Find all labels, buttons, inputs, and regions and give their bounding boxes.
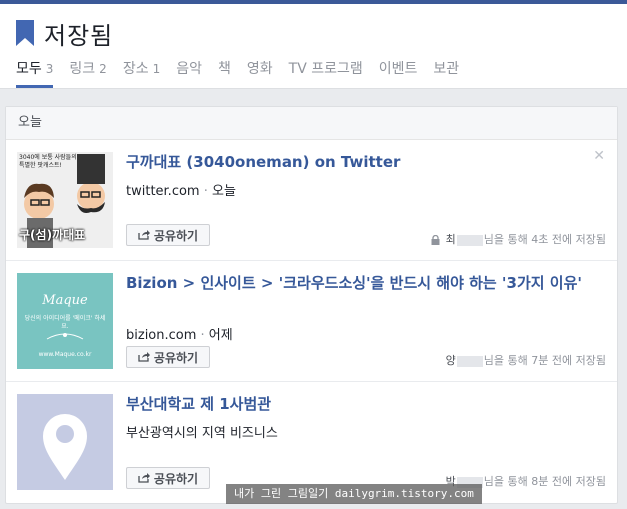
place-pin-icon	[43, 414, 87, 480]
category-tabs: 모두 3 링크 2 장소 1 음악 책 영화 TV 프로그램 이벤트 보관	[16, 58, 475, 88]
tab-label: 모두	[16, 61, 42, 77]
item-category: 부산광역시의 지역 비즈니스	[126, 426, 278, 441]
saved-list-card: 오늘 3040에 보통 사람들의 특별한 팟캐스트! 구(섬)까대표 구까대표 …	[5, 106, 618, 504]
tab-label: 보관	[433, 61, 460, 77]
redacted-name	[456, 234, 483, 246]
saved-via-text: 양 님을 통해 7분 전에 저장됨	[446, 352, 606, 368]
saved-item: Maque 당신의 아이디어를 '메이크' 하세요. www.Maque.co.…	[6, 261, 617, 382]
close-icon[interactable]: ✕	[593, 148, 605, 164]
saved-header: 저장됨 모두 3 링크 2 장소 1 음악 책 영화 TV 프로그램 이벤트 보관	[0, 4, 627, 89]
item-title-link[interactable]: Bizion > 인사이트 > '크라우드소싱'을 반드시 해야 하는 '3가지…	[126, 273, 586, 294]
share-label: 공유하기	[153, 471, 199, 486]
saved-time: 4초 전에 저장됨	[531, 233, 606, 246]
tab-label: 장소	[122, 61, 149, 77]
tab-tv[interactable]: TV 프로그램	[289, 58, 363, 88]
saved-via-text: 최 님을 통해 4초 전에 저장됨	[431, 231, 606, 247]
item-thumbnail[interactable]: 3040에 보통 사람들의 특별한 팟캐스트! 구(섬)까대표	[17, 152, 113, 248]
tab-label: 링크	[69, 61, 96, 77]
item-title-link[interactable]: 구까대표 (3040oneman) on Twitter	[126, 152, 586, 173]
saved-item: 3040에 보통 사람들의 특별한 팟캐스트! 구(섬)까대표 구까대표 (30…	[6, 140, 617, 261]
tab-label: 영화	[246, 61, 273, 77]
thumb-caption-top: 3040에 보통 사람들의 특별한 팟캐스트!	[19, 154, 77, 169]
item-source: twitter.com · 오늘	[126, 180, 236, 199]
watermark-overlay: 내가 그린 그림일기 dailygrim.tistory.com	[226, 484, 482, 504]
tab-count: 1	[152, 62, 161, 76]
dot-separator: ·	[203, 184, 212, 199]
thumb-url: www.Maque.co.kr	[38, 351, 92, 358]
lock-icon	[431, 235, 440, 245]
tab-label: 이벤트	[378, 61, 418, 77]
tab-places[interactable]: 장소 1	[123, 58, 160, 88]
tab-movies[interactable]: 영화	[247, 58, 273, 88]
section-heading: 오늘	[6, 107, 617, 140]
tab-count: 2	[99, 62, 107, 76]
tab-links[interactable]: 링크 2	[69, 58, 106, 88]
via-user-name[interactable]: 최	[446, 233, 456, 246]
share-button[interactable]: 공유하기	[126, 467, 210, 489]
item-thumbnail[interactable]	[17, 394, 113, 490]
item-thumbnail[interactable]: Maque 당신의 아이디어를 '메이크' 하세요. www.Maque.co.…	[17, 273, 113, 369]
via-user-name[interactable]: 양	[446, 354, 456, 367]
thumb-caption-bottom: 구(섬)까대표	[19, 228, 86, 242]
bookmark-icon	[16, 20, 34, 46]
item-title-link[interactable]: 부산대학교 제 1사범관	[126, 394, 586, 415]
tab-books[interactable]: 책	[218, 58, 231, 88]
redacted-name	[456, 355, 483, 367]
item-source: bizion.com · 어제	[126, 324, 233, 343]
title-wrap: 저장됨	[16, 18, 114, 50]
tab-label: 책	[217, 61, 231, 77]
share-icon	[138, 352, 150, 362]
saved-date: 오늘	[212, 184, 236, 199]
via-label: 님을 통해	[483, 233, 528, 246]
source-domain[interactable]: bizion.com	[126, 328, 196, 343]
saved-time: 7분 전에 저장됨	[531, 354, 606, 367]
share-label: 공유하기	[153, 228, 199, 243]
share-label: 공유하기	[153, 350, 199, 365]
tab-music[interactable]: 음악	[176, 58, 202, 88]
saved-time: 8분 전에 저장됨	[531, 475, 606, 488]
tab-events[interactable]: 이벤트	[379, 58, 418, 88]
saved-date: 어제	[208, 328, 233, 343]
share-button[interactable]: 공유하기	[126, 346, 210, 368]
share-button[interactable]: 공유하기	[126, 224, 210, 246]
via-label: 님을 통해	[483, 475, 528, 488]
tab-label: 음악	[176, 61, 202, 77]
source-domain[interactable]: twitter.com	[126, 184, 200, 199]
tab-all[interactable]: 모두 3	[16, 58, 54, 88]
tab-archive[interactable]: 보관	[433, 58, 459, 88]
via-label: 님을 통해	[483, 354, 528, 367]
dot-separator: ·	[200, 328, 209, 343]
share-icon	[138, 473, 150, 483]
page-title: 저장됨	[44, 21, 114, 50]
share-icon	[138, 230, 150, 240]
tab-label: TV 프로그램	[288, 61, 363, 77]
tab-count: 3	[45, 62, 54, 76]
